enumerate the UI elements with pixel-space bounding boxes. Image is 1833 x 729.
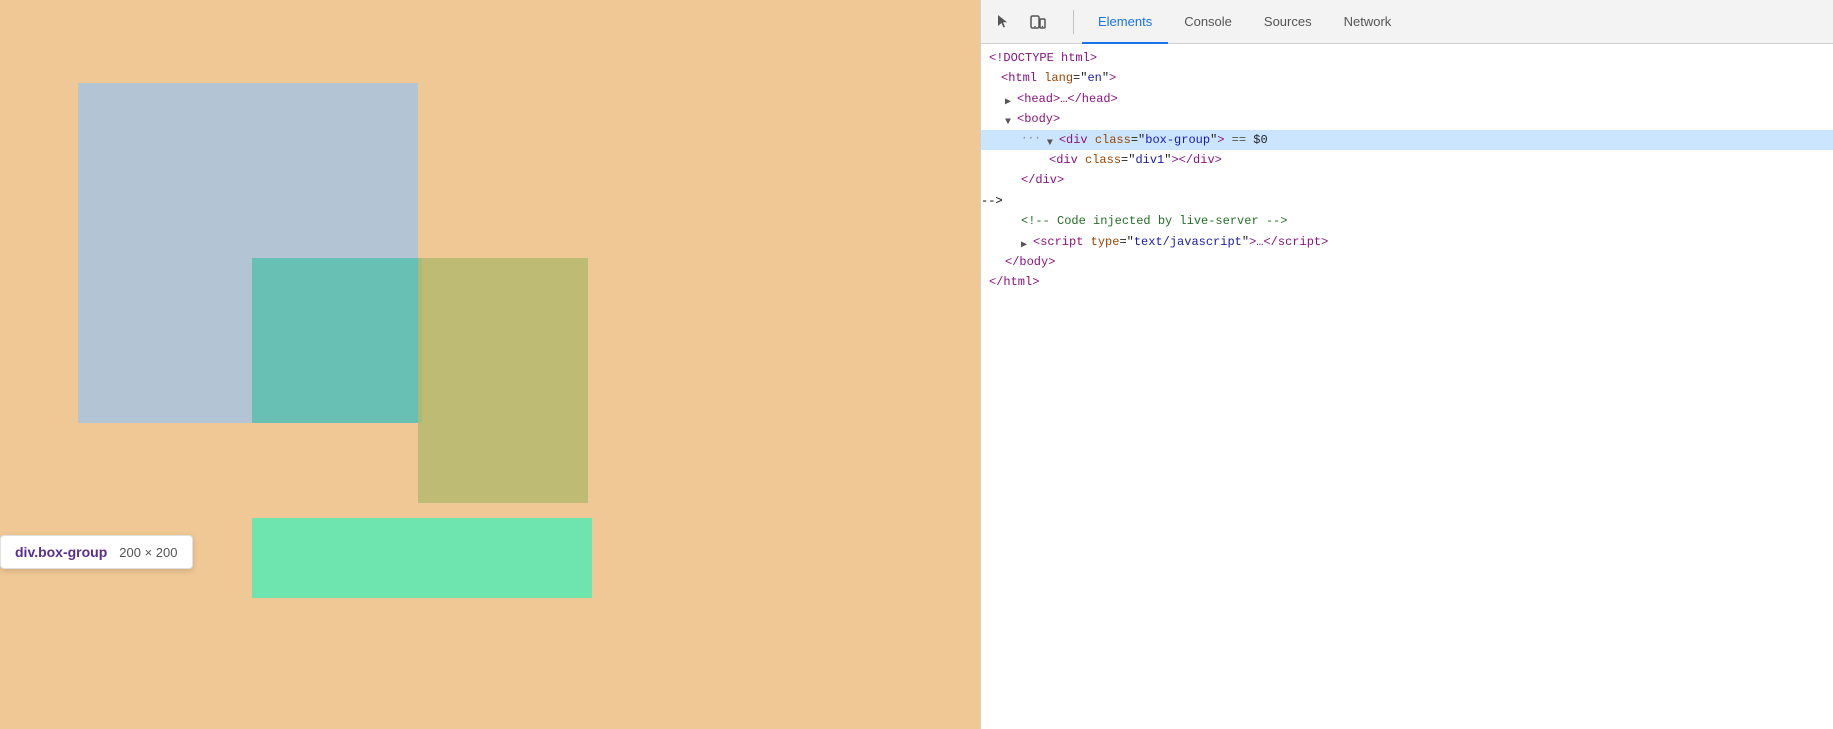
box-olive — [418, 258, 588, 503]
devtools-elements-panel: <!DOCTYPE html> <html lang="en" > <head>… — [981, 44, 1833, 729]
cursor-tool-button[interactable] — [989, 7, 1019, 37]
box-teal — [252, 258, 422, 423]
devtools-icon-group — [989, 7, 1053, 37]
tab-elements[interactable]: Elements — [1082, 0, 1168, 44]
tab-console[interactable]: Console — [1168, 0, 1248, 44]
triangle-div-box-group[interactable] — [1047, 135, 1057, 145]
dots-button[interactable]: ··· — [1021, 130, 1041, 149]
element-tooltip: div.box-group 200 × 200 — [0, 535, 193, 569]
device-icon — [1029, 13, 1047, 31]
triangle-body[interactable] — [1005, 114, 1015, 124]
code-line-head[interactable]: <head>…</head> — [981, 89, 1833, 109]
triangle-head[interactable] — [1005, 94, 1015, 104]
browser-viewport: div.box-group 200 × 200 — [0, 0, 980, 729]
code-line-comment: <!-- Code injected by live-server --> — [981, 211, 1833, 231]
devtools-panel: Elements Console Sources Network <!DOCTY… — [980, 0, 1833, 729]
code-line-html-close: </html> — [981, 272, 1833, 292]
code-line-html: <html lang="en" > — [981, 68, 1833, 88]
tooltip-class: div.box-group — [15, 544, 107, 560]
tooltip-size: 200 × 200 — [119, 545, 177, 560]
code-line-div-box-group[interactable]: ··· <div class="box-group" > == $0 — [981, 130, 1833, 150]
triangle-script[interactable] — [1021, 237, 1031, 247]
box-mint — [252, 518, 592, 598]
tab-divider — [1073, 10, 1074, 34]
code-line-doctype: <!DOCTYPE html> — [981, 48, 1833, 68]
cursor-icon — [995, 13, 1013, 31]
code-line-div1[interactable]: <div class="div1" ></div> — [981, 150, 1833, 170]
code-line-body-close: </body> — [981, 252, 1833, 272]
tab-sources[interactable]: Sources — [1248, 0, 1328, 44]
tab-network[interactable]: Network — [1328, 0, 1408, 44]
code-line-body[interactable]: <body> — [981, 109, 1833, 129]
devtools-tabs-bar: Elements Console Sources Network — [981, 0, 1833, 44]
code-line-script[interactable]: <script type="text/javascript" >…</scrip… — [981, 232, 1833, 252]
code-line-div-close: </div> — [981, 170, 1833, 190]
device-toolbar-button[interactable] — [1023, 7, 1053, 37]
